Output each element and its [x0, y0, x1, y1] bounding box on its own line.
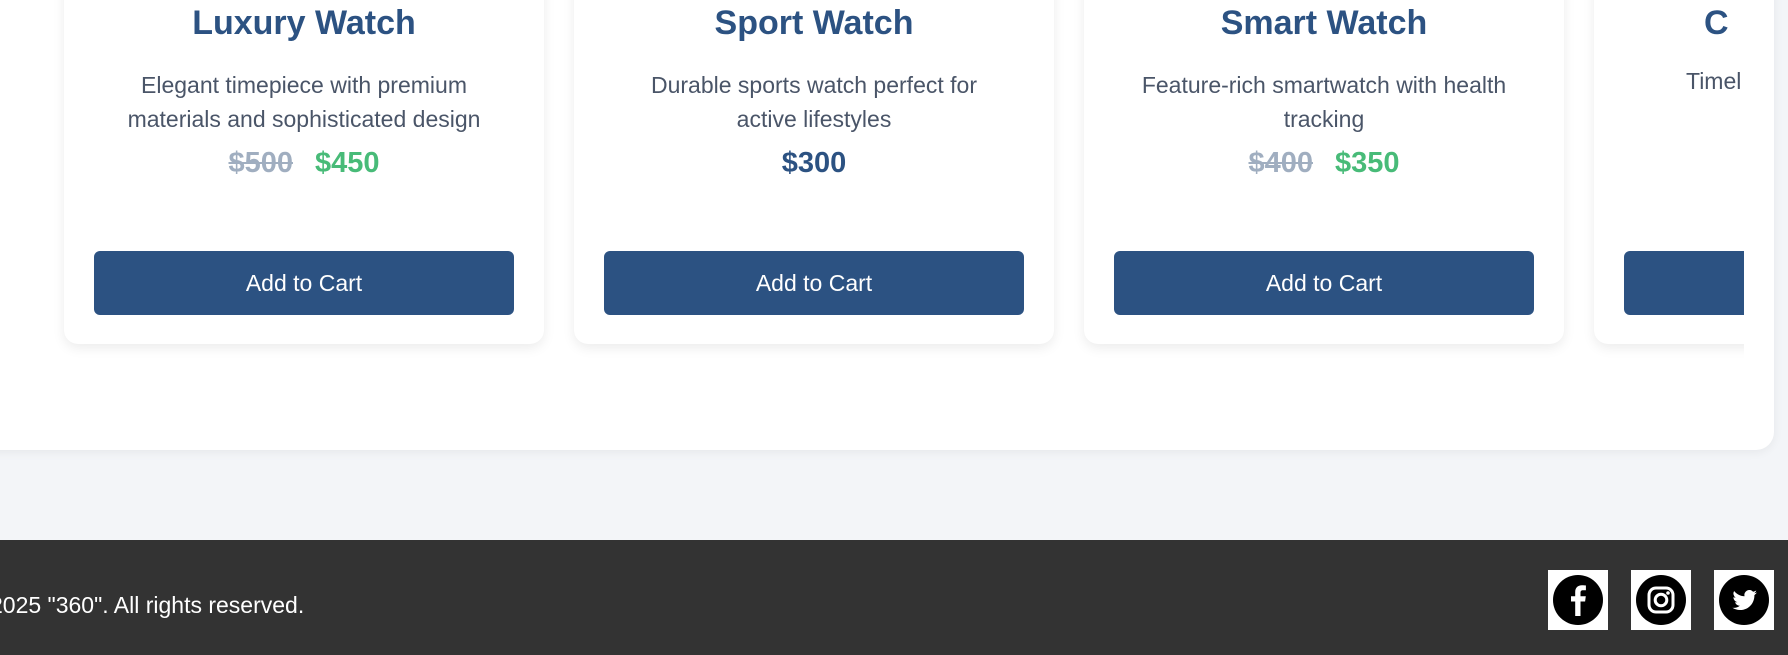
facebook-link[interactable]	[1548, 570, 1608, 630]
product-title: C	[1704, 4, 1729, 42]
add-to-cart-button[interactable]	[1624, 251, 1744, 315]
sale-price: $350	[1335, 146, 1400, 179]
copyright-text: 2025 "360". All rights reserved.	[0, 592, 305, 618]
add-to-cart-button[interactable]: Add to Cart	[94, 251, 514, 315]
original-price: $500	[228, 146, 293, 179]
product-description: Feature-rich smartwatch with health trac…	[1141, 72, 1507, 132]
site-footer: 2025 "360". All rights reserved.	[0, 540, 1788, 655]
product-carousel: Luxury Watch Elegant timepiece with prem…	[0, 0, 1744, 450]
product-card-luxury-watch: Luxury Watch Elegant timepiece with prem…	[64, 0, 544, 344]
price: $300	[781, 146, 847, 179]
instagram-icon	[1636, 575, 1686, 625]
product-title: Luxury Watch	[192, 4, 416, 42]
original-price: $400	[1248, 146, 1313, 179]
price-row: $300	[574, 143, 1054, 183]
product-card-smart-watch: Smart Watch Feature-rich smartwatch with…	[1084, 0, 1564, 344]
price-row: $500 $450	[64, 143, 544, 183]
instagram-link[interactable]	[1631, 570, 1691, 630]
twitter-link[interactable]	[1714, 570, 1774, 630]
product-title: Smart Watch	[1220, 4, 1428, 42]
price-row: $400 $350	[1084, 143, 1564, 183]
product-title: Sport Watch	[714, 4, 914, 42]
product-card-sport-watch: Sport Watch Durable sports watch perfect…	[574, 0, 1054, 344]
product-card-partial: C Timel	[1594, 0, 1744, 344]
add-to-cart-button[interactable]: Add to Cart	[604, 251, 1024, 315]
add-to-cart-button[interactable]: Add to Cart	[1114, 251, 1534, 315]
product-description: Durable sports watch perfect for active …	[651, 72, 977, 132]
product-description: Elegant timepiece with premium materials…	[127, 72, 481, 132]
twitter-icon	[1719, 575, 1769, 625]
partial-card-clip: C Timel	[1594, 0, 1744, 344]
facebook-icon	[1553, 575, 1603, 625]
product-description: Timel	[1686, 68, 1742, 94]
sale-price: $450	[315, 146, 380, 179]
